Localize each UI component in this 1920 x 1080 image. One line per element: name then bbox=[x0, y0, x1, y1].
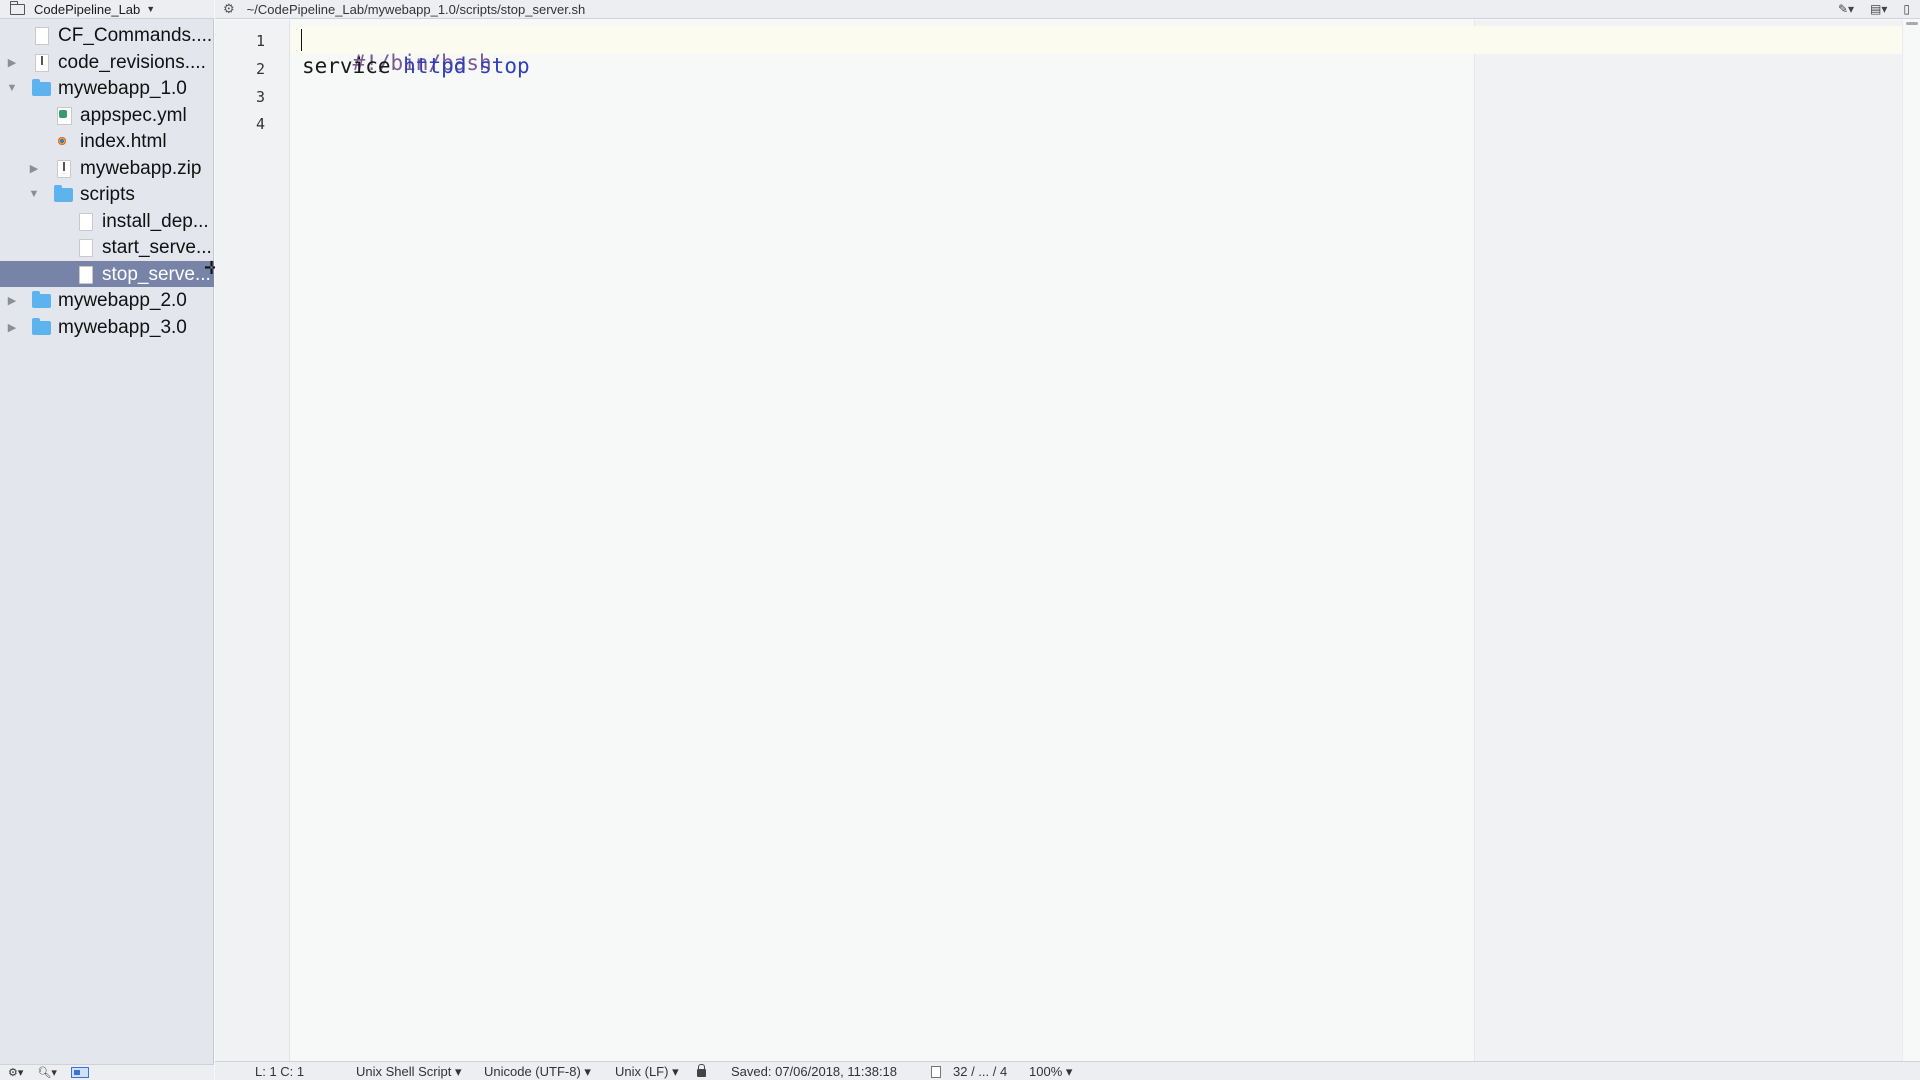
disclosure-collapsed-icon[interactable]: ▶ bbox=[6, 321, 18, 334]
tree-item[interactable]: ▶ mywebapp.zip bbox=[0, 155, 214, 182]
tree-item-label: mywebapp_1.0 bbox=[58, 78, 187, 99]
text-cursor bbox=[301, 29, 302, 51]
gear-icon[interactable]: ⚙▾ bbox=[8, 1066, 23, 1079]
tree-item[interactable]: ▼ scripts bbox=[0, 181, 214, 208]
pen-icon[interactable]: ✎▾ bbox=[1838, 2, 1854, 16]
folder-icon bbox=[54, 185, 73, 202]
tree-item-label: appspec.yml bbox=[80, 104, 187, 126]
command-token: service bbox=[302, 54, 404, 78]
yml-icon bbox=[57, 106, 72, 125]
project-selector[interactable]: CodePipeline_Lab ▼ bbox=[0, 0, 214, 19]
editor-toolbar: ✎▾ ▤▾ ▯ bbox=[1838, 2, 1910, 16]
tree-item-label: install_dep... bbox=[102, 210, 209, 232]
tree-item-label: mywebapp.zip bbox=[80, 157, 202, 179]
search-icon[interactable]: 🔍︎▾ bbox=[37, 1066, 57, 1079]
zoom-selector[interactable]: 100% ▾ bbox=[1029, 1064, 1072, 1080]
file-tree: CF_Commands.... ▶ code_revisions.... ▼ myweb… bbox=[0, 22, 214, 340]
new-document-icon[interactable]: ▯ bbox=[1903, 2, 1910, 16]
tree-item-label: mywebapp_3.0 bbox=[58, 316, 187, 338]
vertical-scrollbar[interactable] bbox=[1902, 20, 1920, 1061]
tree-item-label: start_serve... bbox=[102, 237, 212, 258]
document-icon bbox=[79, 265, 93, 284]
line-number-gutter: 1 2 3 4 bbox=[215, 20, 290, 1061]
file-browser-sidebar: CodePipeline_Lab ▼ CF_Commands.... ▶ code_… bbox=[0, 0, 214, 1080]
file-path: ~/CodePipeline_Lab/mywebapp_1.0/scripts/… bbox=[246, 1, 586, 17]
folder-icon bbox=[32, 291, 51, 308]
tree-item-label: index.html bbox=[80, 131, 167, 152]
document-stats-icon bbox=[931, 1066, 941, 1078]
line-number: 4 bbox=[255, 115, 265, 133]
document-icon bbox=[79, 239, 93, 257]
language-selector[interactable]: Unix Shell Script ▾ bbox=[356, 1064, 462, 1080]
tree-item[interactable]: CF_Commands.... bbox=[0, 22, 214, 49]
line-number: 2 bbox=[255, 60, 265, 78]
disclosure-collapsed-icon[interactable]: ▶ bbox=[6, 294, 18, 307]
document-stats: 32 / ... / 4 bbox=[953, 1064, 1008, 1079]
cursor-position: L: 1 C: 1 bbox=[255, 1064, 305, 1079]
line-number: 1 bbox=[255, 32, 265, 50]
line-number: 3 bbox=[255, 88, 265, 106]
status-bar: L: 1 C: 1 Unix Shell Script ▾ Unicode (U… bbox=[215, 1061, 1920, 1080]
document-icon bbox=[35, 27, 49, 45]
document-stack-icon[interactable]: ▤▾ bbox=[1870, 2, 1887, 16]
tree-item-label: stop_serve... bbox=[102, 263, 211, 285]
current-line-highlight bbox=[291, 26, 1902, 54]
zip-icon bbox=[57, 159, 71, 178]
tree-item-label: scripts bbox=[80, 184, 135, 205]
lock-icon[interactable] bbox=[697, 1064, 706, 1077]
project-name: CodePipeline_Lab bbox=[34, 1, 141, 17]
line-endings-selector[interactable]: Unix (LF) ▾ bbox=[615, 1064, 679, 1080]
keyword-token: httpd bbox=[403, 54, 467, 78]
saved-timestamp: Saved: 07/06/2018, 11:38:18 bbox=[731, 1064, 898, 1079]
code-line-2[interactable]: service httpd stop bbox=[302, 54, 530, 78]
tree-item-label: CF_Commands.... bbox=[58, 25, 213, 46]
html-icon bbox=[58, 137, 66, 145]
file-path-bar: ⚙ ~/CodePipeline_Lab/mywebapp_1.0/script… bbox=[215, 0, 1920, 19]
sidebar-footer: ⚙▾ 🔍︎▾ bbox=[0, 1064, 214, 1080]
tree-item[interactable]: stop_serve... bbox=[0, 260, 214, 287]
disclosure-collapsed-icon[interactable]: ▶ bbox=[6, 56, 18, 69]
chevron-down-icon: ▼ bbox=[146, 4, 156, 14]
page-guide-margin bbox=[1474, 20, 1902, 1061]
code-editor[interactable]: #!/bin/bash service httpd stop bbox=[291, 20, 1902, 1061]
folder-icon bbox=[32, 317, 51, 335]
document-icon bbox=[79, 212, 93, 231]
tree-item[interactable]: start_serve... bbox=[0, 234, 214, 261]
zip-icon bbox=[35, 53, 49, 72]
keyword-token: stop bbox=[479, 54, 530, 78]
view-toggle-icon[interactable] bbox=[70, 1067, 89, 1078]
tree-item-label: code_revisions.... bbox=[58, 51, 206, 73]
encoding-selector[interactable]: Unicode (UTF-8) ▾ bbox=[484, 1064, 591, 1080]
tree-item[interactable]: appspec.yml bbox=[0, 102, 214, 129]
tree-item-label: mywebapp_2.0 bbox=[58, 290, 187, 311]
tree-item[interactable]: ▶ mywebapp_2.0 bbox=[0, 287, 214, 314]
tree-item[interactable]: ▶ mywebapp_3.0 bbox=[0, 314, 214, 341]
tree-item[interactable]: index.html bbox=[0, 128, 214, 155]
folder-outline-icon bbox=[10, 0, 25, 15]
tree-item[interactable]: ▶ code_revisions.... bbox=[0, 49, 214, 76]
disclosure-collapsed-icon[interactable]: ▶ bbox=[28, 162, 40, 175]
disclosure-expanded-icon[interactable]: ▼ bbox=[6, 82, 18, 94]
tree-item[interactable]: ▼ mywebapp_1.0 bbox=[0, 75, 214, 102]
scrollbar-thumb[interactable] bbox=[1906, 22, 1918, 25]
gear-icon[interactable]: ⚙ bbox=[223, 1, 235, 17]
folder-icon bbox=[32, 79, 51, 96]
tree-item[interactable]: install_dep... bbox=[0, 208, 214, 235]
disclosure-expanded-icon[interactable]: ▼ bbox=[28, 188, 40, 200]
